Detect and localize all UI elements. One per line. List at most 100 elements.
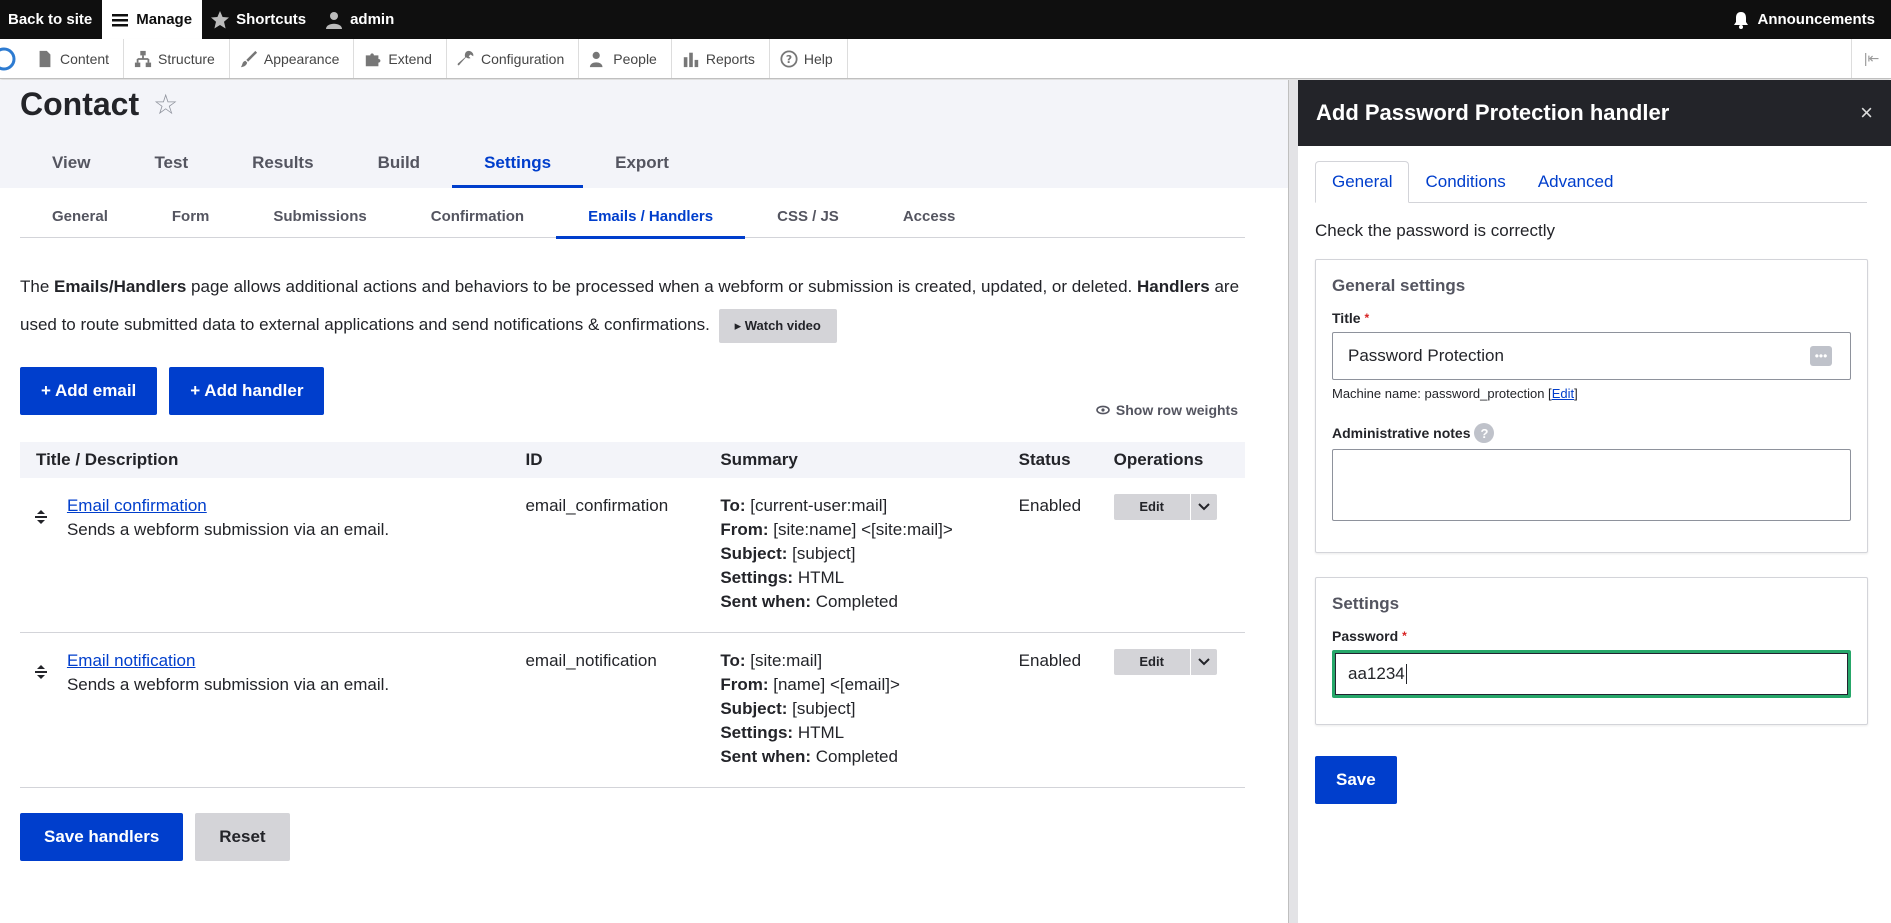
tab-view[interactable]: View — [0, 138, 122, 188]
summary-key: Settings: — [720, 568, 794, 587]
operations-dropbutton: Edit — [1113, 494, 1217, 520]
tray-item-help[interactable]: ? Help — [770, 39, 848, 78]
announcements-tab[interactable]: Announcements — [1723, 0, 1891, 39]
document-icon — [39, 50, 51, 67]
add-handler-button[interactable]: + Add handler — [169, 367, 325, 415]
user-tab[interactable]: admin — [316, 0, 404, 39]
handler-title-link[interactable]: Email notification — [67, 649, 494, 673]
tab-export[interactable]: Export — [583, 138, 701, 188]
machine-name-text: Machine name: password_protection [ — [1332, 386, 1552, 401]
drag-handle[interactable] — [20, 478, 67, 633]
dialog-tab-advanced[interactable]: Advanced — [1522, 161, 1630, 203]
intro-part: The — [20, 277, 55, 296]
summary-key: Sent when: — [720, 747, 812, 766]
sitemap-icon — [134, 50, 152, 67]
add-email-button[interactable]: + Add email — [20, 367, 158, 415]
dialog-tab-conditions[interactable]: Conditions — [1409, 161, 1521, 203]
intro-bold: Emails/Handlers — [54, 277, 187, 296]
save-handlers-button[interactable]: Save handlers — [20, 813, 184, 861]
tab-test[interactable]: Test — [122, 138, 220, 188]
manage-tab[interactable]: Manage — [102, 0, 203, 39]
reset-button[interactable]: Reset — [195, 813, 290, 861]
dropbutton-toggle[interactable] — [1190, 649, 1217, 675]
summary-value: [site:mail] — [750, 651, 823, 670]
settings-fieldset: Settings Password * aa1234 — [1315, 577, 1868, 725]
ellipsis-icon[interactable]: ••• — [1810, 346, 1832, 366]
title-label-text: Title — [1332, 310, 1361, 326]
summary-line: Settings: HTML — [720, 721, 986, 745]
tray-item-extend[interactable]: Extend — [354, 39, 447, 78]
help-icon[interactable]: ? — [1474, 423, 1495, 443]
summary-value: Completed — [815, 592, 898, 611]
summary-line: Subject: [subject] — [720, 697, 986, 721]
subtab-general[interactable]: General — [20, 194, 140, 238]
tray-item-structure[interactable]: Structure — [124, 39, 230, 78]
tray-item-label: Extend — [388, 50, 432, 67]
edit-button[interactable]: Edit — [1113, 649, 1190, 675]
tab-settings[interactable]: Settings — [452, 138, 584, 188]
subtab-css-js[interactable]: CSS / JS — [745, 194, 871, 238]
table-row: Email confirmation Sends a webform submi… — [20, 478, 1245, 633]
title-input[interactable]: Password Protection ••• — [1332, 332, 1851, 380]
show-row-weights-button[interactable]: Show row weights — [1096, 402, 1238, 418]
tray-item-label: Structure — [158, 50, 215, 67]
chevron-down-icon — [1197, 658, 1210, 666]
subtab-access[interactable]: Access — [871, 194, 988, 238]
summary-value: [current-user:mail] — [750, 496, 888, 515]
drag-handle[interactable] — [20, 632, 67, 788]
show-row-weights-label: Show row weights — [1115, 402, 1238, 418]
dialog-resize-handle[interactable] — [1288, 80, 1298, 923]
required-marker: * — [1364, 311, 1370, 325]
tray-item-appearance[interactable]: Appearance — [230, 39, 355, 78]
title-label: Title * — [1332, 310, 1851, 326]
brush-icon — [240, 50, 257, 67]
summary-line: Settings: HTML — [720, 566, 986, 590]
admin-toolbar: Back to site Manage Shortcuts admin Anno… — [0, 0, 1891, 39]
close-icon[interactable]: × — [1860, 100, 1873, 126]
tray-item-label: Content — [60, 50, 110, 67]
subtab-emails-handlers[interactable]: Emails / Handlers — [556, 194, 746, 239]
summary-key: To: — [720, 496, 746, 515]
shortcuts-tab[interactable]: Shortcuts — [202, 0, 316, 39]
tray-item-people[interactable]: People — [579, 39, 672, 78]
back-to-site-link[interactable]: Back to site — [0, 0, 102, 39]
handler-description: Sends a webform submission via an email. — [66, 520, 390, 539]
summary-key: From: — [720, 675, 769, 694]
password-input[interactable]: aa1234 — [1332, 650, 1851, 698]
password-label-text: Password — [1332, 628, 1399, 644]
col-status: Status — [1002, 442, 1098, 478]
dialog-header: Add Password Protection handler × — [1298, 80, 1891, 146]
puzzle-icon — [366, 52, 381, 66]
subtab-form[interactable]: Form — [140, 194, 242, 238]
bar-chart-icon — [683, 52, 699, 67]
tab-build[interactable]: Build — [346, 138, 453, 188]
machine-name-edit-link[interactable]: Edit — [1552, 386, 1574, 401]
subtab-confirmation[interactable]: Confirmation — [399, 194, 556, 238]
admin-notes-textarea[interactable] — [1332, 449, 1851, 521]
tray-item-content[interactable]: Content — [26, 39, 125, 78]
star-outline-icon[interactable]: ☆ — [153, 88, 178, 121]
collapse-tray-icon[interactable]: |⇤ — [1851, 39, 1891, 78]
operations-dropbutton: Edit — [1113, 649, 1217, 675]
handler-status: Enabled — [1002, 632, 1098, 788]
subtab-submissions[interactable]: Submissions — [241, 194, 398, 238]
drupal-logo-icon[interactable] — [0, 39, 26, 78]
off-canvas-dialog: Add Password Protection handler × Genera… — [1298, 80, 1891, 923]
dialog-save-button[interactable]: Save — [1315, 756, 1397, 804]
dialog-title: Add Password Protection handler — [1316, 100, 1670, 125]
watch-video-button[interactable]: ▸ Watch video — [718, 308, 837, 343]
dropbutton-toggle[interactable] — [1190, 494, 1217, 520]
main-content: Contact ☆ View Test Results Build Settin… — [0, 80, 1290, 923]
handler-title-link[interactable]: Email confirmation — [67, 494, 494, 518]
tray-item-reports[interactable]: Reports — [672, 39, 770, 78]
tray-item-configuration[interactable]: Configuration — [447, 39, 580, 78]
edit-button[interactable]: Edit — [1113, 494, 1190, 520]
hamburger-icon — [112, 13, 129, 26]
dialog-tab-general[interactable]: General — [1315, 161, 1410, 203]
summary-line: From: [site:name] <[site:mail]> — [720, 518, 986, 542]
tab-results[interactable]: Results — [220, 138, 345, 188]
primary-tabs: View Test Results Build Settings Export — [0, 138, 701, 188]
handler-operations: Edit — [1097, 478, 1245, 633]
summary-line: From: [name] <[email]> — [720, 673, 986, 697]
handler-operations: Edit — [1097, 632, 1245, 788]
